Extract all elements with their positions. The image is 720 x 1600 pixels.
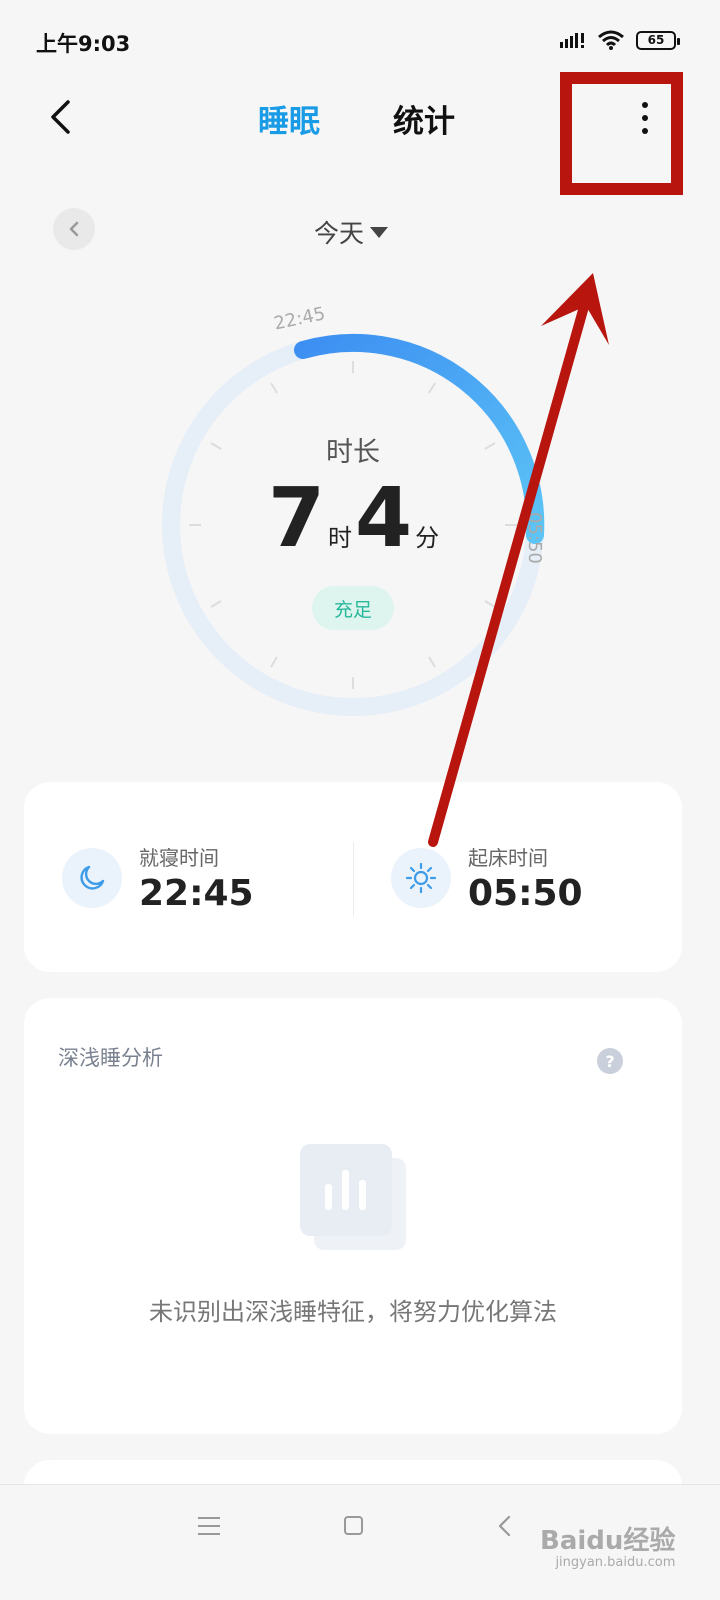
back-button[interactable]	[40, 94, 80, 140]
previous-day-button[interactable]	[53, 208, 95, 250]
waketime-label: 起床时间	[468, 846, 548, 870]
duration-label: 时长	[326, 437, 380, 468]
date-label: 今天	[314, 219, 365, 248]
sleep-duration: 7 时 4 分	[220, 478, 490, 560]
baidu-watermark: Baidu经验 jingyan.baidu.com	[540, 1520, 675, 1570]
caret-down-icon	[370, 226, 389, 238]
bedtime-label: 就寝时间	[139, 846, 219, 870]
analysis-title: 深浅睡分析	[58, 1046, 163, 1070]
wifi-icon	[598, 30, 624, 50]
status-icons: 65	[560, 30, 680, 50]
duration-minutes: 4	[355, 471, 413, 566]
back-icon[interactable]	[494, 1514, 516, 1538]
menu-icon[interactable]	[198, 1517, 220, 1535]
tab-statistics[interactable]: 统计	[393, 96, 455, 141]
watermark-main: Baidu经验	[540, 1526, 676, 1556]
bedtime-value: 22:45	[139, 873, 254, 914]
minutes-unit: 分	[415, 524, 440, 552]
status-time: 上午9:03	[36, 32, 131, 56]
sun-icon	[391, 848, 451, 908]
waketime-value: 05:50	[468, 873, 583, 914]
dial-end-label: 05:50	[524, 512, 545, 564]
card-divider	[353, 842, 354, 916]
signal-icon	[560, 33, 584, 48]
moon-icon	[62, 848, 122, 908]
battery-icon: 65	[636, 30, 680, 50]
chevron-left-icon	[51, 100, 70, 134]
empty-state-text: 未识别出深浅睡特征，将努力优化算法	[149, 1298, 557, 1326]
highlight-box	[560, 72, 683, 195]
hours-unit: 时	[328, 524, 352, 552]
home-icon[interactable]	[344, 1516, 363, 1535]
chevron-left-icon	[69, 221, 79, 237]
bar-chart-icon	[300, 1144, 406, 1250]
tab-sleep[interactable]: 睡眠	[258, 96, 320, 141]
waketime-block: 起床时间 05:50	[391, 842, 583, 914]
date-selector[interactable]: 今天	[314, 214, 389, 250]
battery-level: 65	[647, 33, 665, 47]
watermark-sub: jingyan.baidu.com	[555, 1555, 676, 1570]
help-icon[interactable]: ?	[597, 1048, 623, 1074]
sleep-quality-badge: 充足	[312, 586, 394, 630]
bedtime-block: 就寝时间 22:45	[62, 842, 254, 914]
duration-hours: 7	[267, 471, 325, 566]
